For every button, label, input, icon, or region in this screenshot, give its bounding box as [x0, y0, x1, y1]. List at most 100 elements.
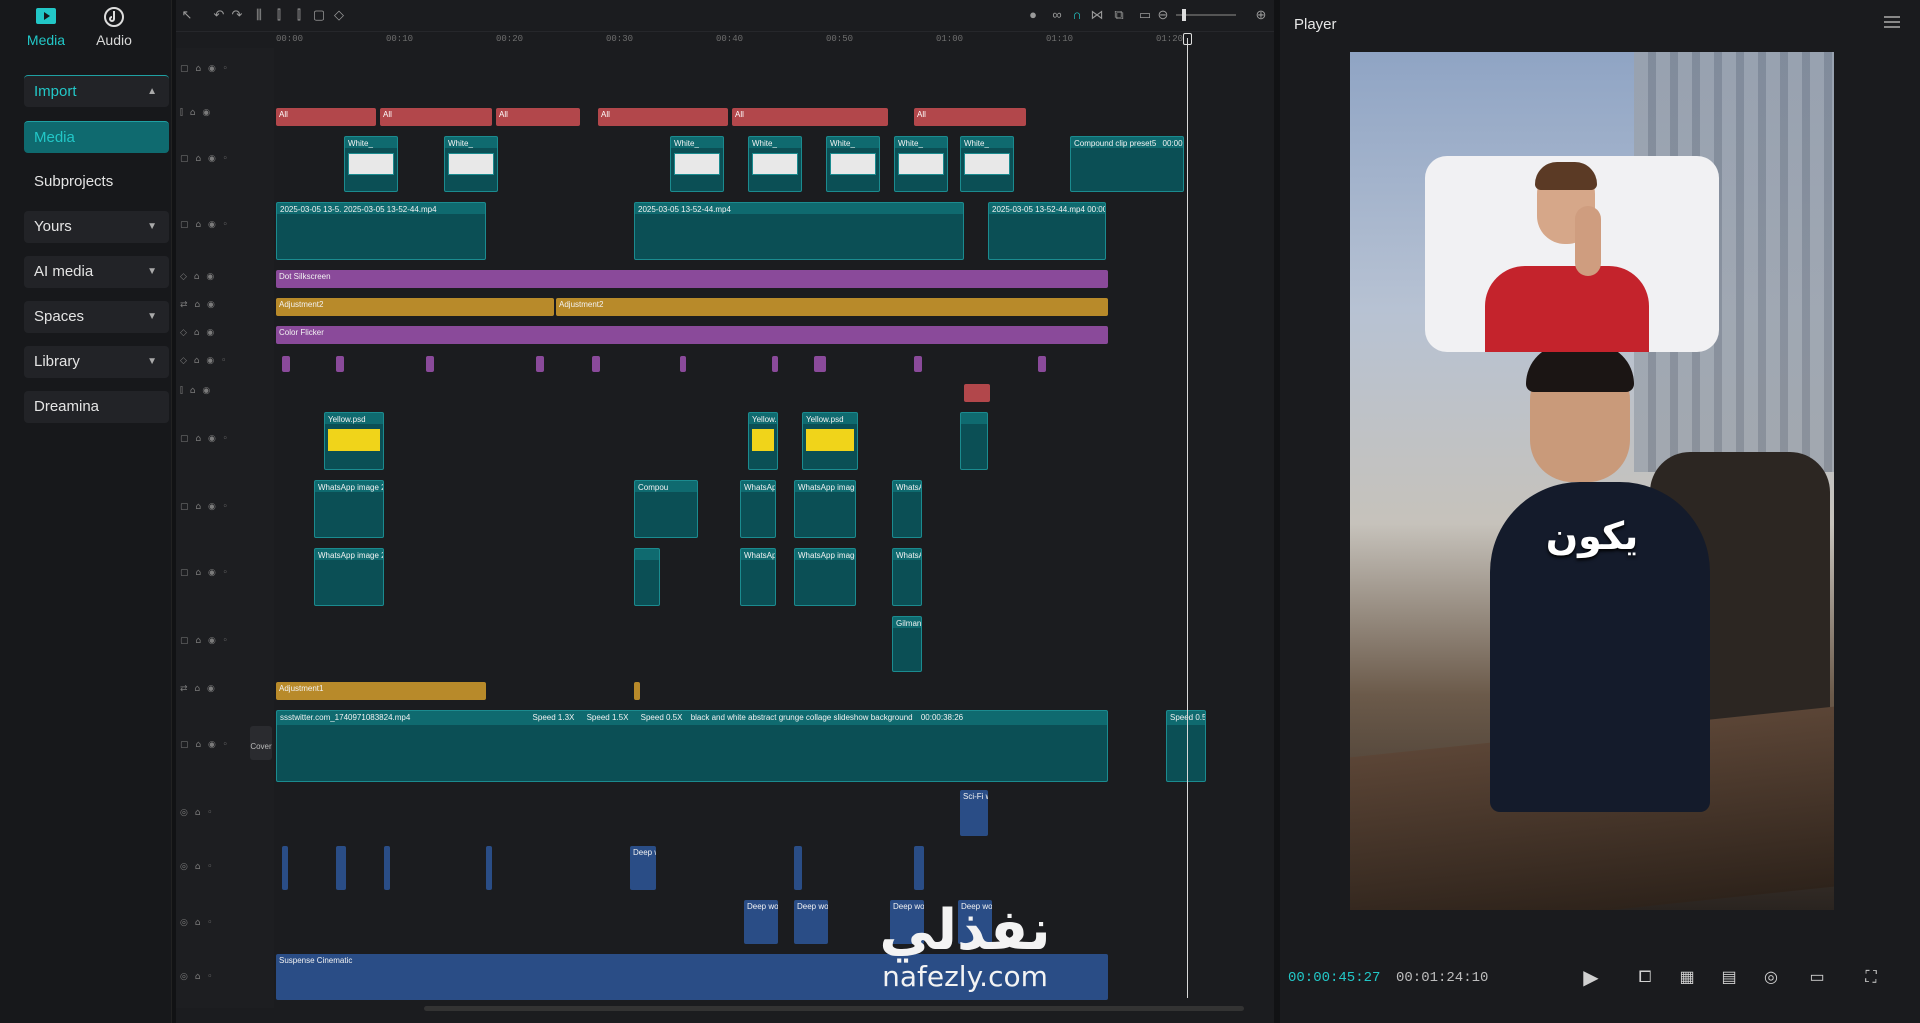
- track-controls-icon[interactable]: ▢ ⌂ ◉ ◦: [180, 154, 230, 164]
- nav-yours[interactable]: Yours ▼: [24, 211, 169, 243]
- adjustment-clip[interactable]: [634, 682, 640, 700]
- screenshot-icon[interactable]: ◎: [1760, 968, 1782, 988]
- nav-library[interactable]: Library ▼: [24, 346, 169, 378]
- image-clip[interactable]: White_: [444, 136, 498, 192]
- menu-icon[interactable]: [1884, 16, 1900, 28]
- track-controls-icon[interactable]: ⇄ ⌂ ◉: [180, 300, 217, 310]
- track-controls-icon[interactable]: ▢ ⌂ ◉ ◦: [180, 568, 230, 578]
- main-track-clip[interactable]: ssstwitter.com_1740971083824.mp4 Speed 1…: [276, 710, 1108, 782]
- audio-clip[interactable]: [794, 846, 802, 890]
- effect-clip[interactable]: [914, 356, 922, 372]
- effect-clip[interactable]: [1038, 356, 1046, 372]
- effect-clip[interactable]: [426, 356, 434, 372]
- effect-clip[interactable]: [336, 356, 344, 372]
- image-clip[interactable]: WhatsApp image 2025: [314, 480, 384, 538]
- text-clip[interactable]: All: [914, 108, 1026, 126]
- image-clip[interactable]: White_: [748, 136, 802, 192]
- audio-clip[interactable]: [914, 846, 924, 890]
- nav-ai-media[interactable]: AI media ▼: [24, 256, 169, 288]
- audio-clip[interactable]: Deep woos: [744, 900, 778, 944]
- adjustment-clip[interactable]: Adjustment2: [556, 298, 1108, 316]
- image-clip[interactable]: White_: [670, 136, 724, 192]
- effect-clip[interactable]: [680, 356, 686, 372]
- image-clip[interactable]: White_: [826, 136, 880, 192]
- audio-clip[interactable]: [384, 846, 390, 890]
- track-controls-icon[interactable]: ▢ ⌂ ◉ ◦: [180, 636, 230, 646]
- waveform-icon[interactable]: ▤: [1718, 968, 1740, 988]
- adjustment-clip[interactable]: Adjustment2: [276, 298, 554, 316]
- fullscreen-icon[interactable]: ⛶: [1860, 968, 1882, 988]
- split-icon[interactable]: ⫼: [252, 8, 266, 22]
- track-controls-icon[interactable]: ◎ ⌂ ◦: [180, 808, 215, 818]
- undo-icon[interactable]: ↶: [212, 8, 226, 22]
- text-clip[interactable]: All: [380, 108, 492, 126]
- effect-clip[interactable]: [592, 356, 600, 372]
- image-clip[interactable]: WhatsApp image 2025: [314, 548, 384, 606]
- track-controls-icon[interactable]: ◇ ⌂ ◉ ◦: [180, 356, 228, 366]
- track-controls-icon[interactable]: ⫿ ⌂ ◉: [180, 108, 212, 118]
- track-controls-icon[interactable]: ▢ ⌂ ◉ ◦: [180, 64, 230, 74]
- audio-clip[interactable]: Sci-Fi woo: [960, 790, 988, 836]
- effect-clip[interactable]: Dot Silkscreen: [276, 270, 1108, 288]
- audio-clip[interactable]: Deep woos: [794, 900, 828, 944]
- track-controls-icon[interactable]: ◇ ⌂ ◉: [180, 328, 216, 338]
- playhead[interactable]: [1187, 38, 1188, 998]
- redo-icon[interactable]: ↷: [230, 8, 244, 22]
- cover-button[interactable]: Cover: [250, 726, 272, 760]
- image-clip[interactable]: White_: [960, 136, 1014, 192]
- video-clip[interactable]: 2025-03-05 13-52-44.mp4: [634, 202, 964, 260]
- effect-clip[interactable]: [282, 356, 290, 372]
- track-controls-icon[interactable]: ▢ ⌂ ◉ ◦: [180, 434, 230, 444]
- image-clip[interactable]: WhatsApp image 2025: [794, 480, 856, 538]
- track-controls-icon[interactable]: ▢ ⌂ ◉ ◦: [180, 502, 230, 512]
- track-controls-icon[interactable]: ⫿ ⌂ ◉: [180, 386, 212, 396]
- tab-media[interactable]: Media: [16, 4, 76, 48]
- text-clip[interactable]: All: [276, 108, 376, 126]
- track-controls-icon[interactable]: ▢ ⌂ ◉ ◦: [180, 740, 230, 750]
- audio-clip[interactable]: [336, 846, 346, 890]
- nav-import[interactable]: Import ▲: [24, 75, 169, 107]
- compound-clip[interactable]: Compou: [634, 480, 698, 538]
- nav-spaces[interactable]: Spaces ▼: [24, 301, 169, 333]
- track-controls-icon[interactable]: ◎ ⌂ ◦: [180, 862, 215, 872]
- image-clip[interactable]: Yellow.psd: [802, 412, 858, 470]
- ratio-icon[interactable]: ▭: [1806, 968, 1828, 988]
- image-clip[interactable]: [634, 548, 660, 606]
- image-clip[interactable]: Gilman-M: [892, 616, 922, 672]
- text-clip[interactable]: All: [496, 108, 580, 126]
- text-clip[interactable]: All: [598, 108, 728, 126]
- effect-clip[interactable]: Color Flicker: [276, 326, 1108, 344]
- video-clip[interactable]: 2025-03-05 13-5. 2025-03-05 13-52-44.mp4: [276, 202, 486, 260]
- image-clip[interactable]: Yellow.psd: [748, 412, 778, 470]
- horizontal-scrollbar[interactable]: [424, 1006, 1244, 1011]
- audio-clip[interactable]: [282, 846, 288, 890]
- adjustment-clip[interactable]: Adjustment1: [276, 682, 486, 700]
- nav-subprojects[interactable]: Subprojects: [24, 166, 169, 198]
- video-clip[interactable]: 2025-03-05 13-52-44.mp4 00:00:10:27: [988, 202, 1106, 260]
- nav-dreamina[interactable]: Dreamina: [24, 391, 169, 423]
- layout-icon[interactable]: ▦: [1676, 968, 1698, 988]
- text-clip[interactable]: [964, 384, 990, 402]
- track-controls-icon[interactable]: ◇ ⌂ ◉: [180, 272, 216, 282]
- effect-clip[interactable]: [536, 356, 544, 372]
- select-tool-icon[interactable]: ↖: [180, 8, 194, 22]
- video-clip[interactable]: Speed 0.5: [1166, 710, 1206, 782]
- track-controls-icon[interactable]: ◎ ⌂ ◦: [180, 972, 215, 982]
- image-clip[interactable]: WhatsAp: [740, 480, 776, 538]
- image-clip[interactable]: WhatsAp: [740, 548, 776, 606]
- compound-clip[interactable]: Compound clip preset5 00:00:10: [1070, 136, 1184, 192]
- track-controls-icon[interactable]: ⇄ ⌂ ◉: [180, 684, 217, 694]
- track-controls-icon[interactable]: ▢ ⌂ ◉ ◦: [180, 220, 230, 230]
- image-clip[interactable]: WhatsAp: [892, 548, 922, 606]
- video-preview[interactable]: يكون: [1350, 52, 1834, 910]
- effect-clip[interactable]: [772, 356, 778, 372]
- image-clip[interactable]: White_: [344, 136, 398, 192]
- effect-clip[interactable]: [814, 356, 826, 372]
- image-clip[interactable]: Yellow.psd: [324, 412, 384, 470]
- track-controls-icon[interactable]: ◎ ⌂ ◦: [180, 918, 215, 928]
- audio-clip[interactable]: [486, 846, 492, 890]
- text-clip[interactable]: All: [732, 108, 888, 126]
- image-clip[interactable]: White_: [894, 136, 948, 192]
- image-clip[interactable]: WhatsApp image 2025: [794, 548, 856, 606]
- crop-icon[interactable]: ⧠: [1634, 968, 1656, 988]
